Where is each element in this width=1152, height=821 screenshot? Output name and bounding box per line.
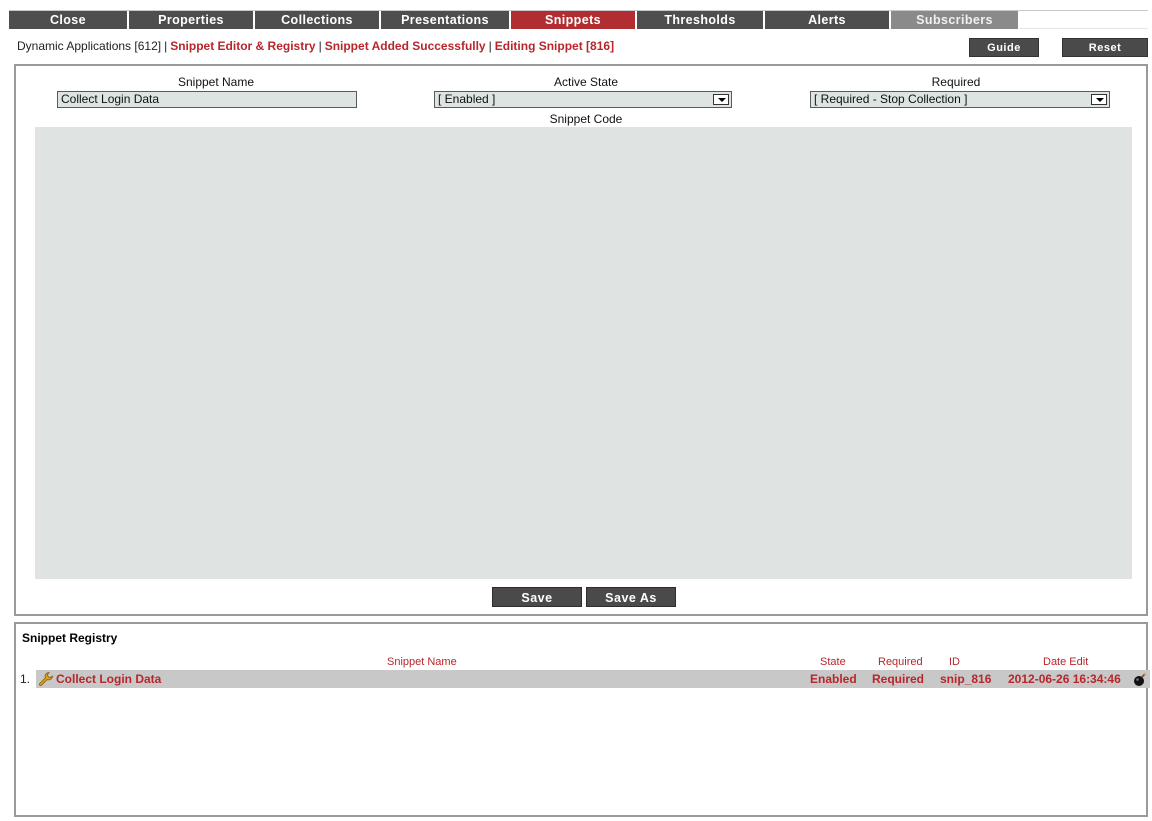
save-button[interactable]: Save	[492, 587, 582, 607]
tab-presentations[interactable]: Presentations	[381, 11, 511, 29]
snippet-code-textarea[interactable]	[35, 127, 1132, 579]
save-as-button[interactable]: Save As	[586, 587, 676, 607]
tab-thresholds[interactable]: Thresholds	[637, 11, 765, 29]
chevron-down-icon[interactable]	[1091, 94, 1107, 105]
active-state-label: Active State	[553, 75, 619, 89]
guide-button[interactable]: Guide	[969, 38, 1039, 57]
snippet-name-input[interactable]: Collect Login Data	[57, 91, 357, 108]
registry-title: Snippet Registry	[22, 631, 118, 645]
column-header-state[interactable]: State	[820, 656, 846, 668]
reset-button[interactable]: Reset	[1062, 38, 1148, 57]
tab-alerts[interactable]: Alerts	[765, 11, 891, 29]
chevron-down-icon[interactable]	[713, 94, 729, 105]
snippet-registry-panel: Snippet Registry Snippet Name State Requ…	[14, 622, 1150, 817]
tab-collections[interactable]: Collections	[255, 11, 381, 29]
date-edit-cell: 2012-06-26 16:34:46	[1008, 672, 1121, 686]
status-message: Snippet Added Successfully	[324, 39, 486, 53]
breadcrumb-separator: |	[164, 39, 168, 53]
required-cell: Required	[872, 672, 925, 686]
breadcrumb-row: Dynamic Applications [612] | Snippet Edito…	[9, 36, 1148, 57]
tab-snippets[interactable]: Snippets	[511, 11, 637, 29]
active-state-select[interactable]: [ Enabled ]	[434, 91, 732, 108]
breadcrumb-root[interactable]: Dynamic Applications [612]	[17, 39, 161, 53]
snippet-code-label: Snippet Code	[549, 112, 623, 126]
column-header-date-edit[interactable]: Date Edit	[1043, 656, 1088, 668]
breadcrumb: Dynamic Applications [612] | Snippet Edito…	[17, 39, 614, 53]
required-select[interactable]: [ Required - Stop Collection ]	[810, 91, 1110, 108]
snippet-editor-page: { "tabs": [ {"label": "Close", "state": …	[0, 0, 1152, 821]
tab-subscribers: Subscribers	[891, 11, 1020, 29]
bomb-icon[interactable]	[1132, 671, 1148, 687]
editing-indicator: Editing Snippet [816]	[494, 39, 615, 53]
breadcrumb-section: Snippet Editor & Registry	[170, 39, 316, 53]
tab-bar: Close Properties Collections Presentatio…	[9, 10, 1148, 29]
active-state-value: [ Enabled ]	[438, 92, 496, 106]
snippet-name-link[interactable]: Collect Login Data	[56, 672, 161, 686]
state-cell: Enabled	[810, 672, 857, 686]
tab-bar-spacer	[1020, 11, 1148, 29]
breadcrumb-separator: |	[318, 39, 322, 53]
tab-properties[interactable]: Properties	[129, 11, 255, 29]
row-index: 1.	[20, 672, 31, 686]
snippet-editor-panel: Snippet Name Collect Login Data Active S…	[14, 64, 1148, 616]
tab-close[interactable]: Close	[9, 11, 129, 29]
required-value: [ Required - Stop Collection ]	[814, 92, 968, 106]
column-header-id[interactable]: ID	[949, 656, 960, 668]
id-cell: snip_816	[940, 672, 992, 686]
required-label: Required	[931, 75, 981, 89]
breadcrumb-separator: |	[488, 39, 492, 53]
snippet-name-label: Snippet Name	[177, 75, 255, 89]
column-header-snippet-name[interactable]: Snippet Name	[387, 656, 457, 668]
column-header-required[interactable]: Required	[878, 656, 923, 668]
table-row: 1. Collect Login Data Enabled Required s…	[20, 670, 1150, 688]
wrench-icon[interactable]	[38, 671, 54, 687]
